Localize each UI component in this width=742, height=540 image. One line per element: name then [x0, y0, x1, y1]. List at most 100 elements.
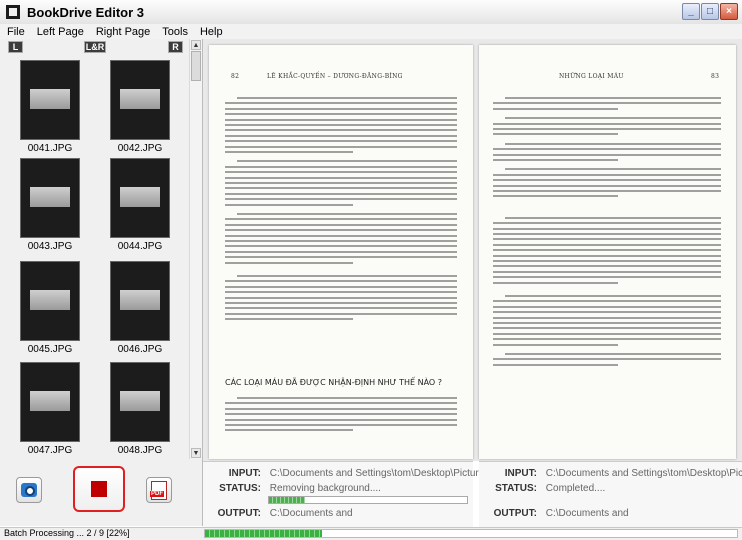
input-label: INPUT: [228, 468, 261, 479]
batch-progress-bar [204, 529, 738, 538]
thumbnail-label: 0045.JPG [27, 344, 73, 355]
text-line [493, 327, 721, 330]
stop-button[interactable] [73, 466, 125, 512]
thumbnail-item[interactable]: 0047.JPG [20, 362, 80, 456]
text-line [493, 363, 619, 366]
menu-help[interactable]: Help [194, 26, 229, 38]
thumbnail-scrollbar[interactable]: ▲ ▼ [189, 39, 202, 459]
action-buttons: PDF [0, 461, 203, 526]
thumbnail-label: 0044.JPG [117, 241, 163, 252]
text-line [225, 245, 457, 248]
text-line [493, 265, 721, 268]
thumbnail-list: 0041.JPG 0042.JPG 0043.JPG 0044.JPG 0045… [0, 55, 188, 459]
thumbnail-image [110, 60, 170, 140]
text-line [225, 223, 457, 226]
text-line [493, 260, 721, 262]
app-icon [6, 5, 20, 19]
text-line [225, 218, 457, 221]
text-line [225, 291, 457, 294]
thumbnail-label: 0041.JPG [27, 143, 73, 154]
text-line [225, 145, 457, 148]
scroll-thumb[interactable] [191, 51, 201, 81]
thumbnail-image [20, 158, 80, 238]
title-bar: BookDrive Editor 3 _ □ × [0, 0, 742, 25]
thumbnail-image [110, 158, 170, 238]
menu-right-page[interactable]: Right Page [90, 26, 156, 38]
text-line [493, 316, 721, 319]
output-path: C:\Documents and [269, 508, 353, 519]
text-line [493, 153, 721, 156]
text-line [225, 424, 457, 426]
thumbnail-item[interactable]: 0044.JPG [110, 158, 170, 252]
text-line [225, 176, 457, 179]
right-page-header: NHỮNG LOẠI MÁU [559, 73, 624, 80]
left-progress-bar [268, 496, 468, 504]
left-page-header: LÊ KHẮC-QUYẾN – DƯƠNG-ĐĂNG-BÌNG [267, 73, 403, 80]
minimize-button[interactable]: _ [682, 3, 700, 20]
left-page-number: 82 [231, 73, 240, 80]
text-line [225, 240, 457, 242]
text-line [225, 192, 457, 195]
text-line [493, 233, 721, 235]
left-page-image[interactable]: 82 LÊ KHẮC-QUYẾN – DƯƠNG-ĐĂNG-BÌNG CÁC L… [209, 45, 473, 459]
text-line [225, 113, 457, 116]
text-line [237, 160, 457, 163]
thumbnail-label: 0042.JPG [117, 143, 163, 154]
text-line [493, 148, 721, 151]
text-line [225, 307, 457, 310]
input-label: INPUT: [504, 468, 537, 479]
left-status-panel: INPUT: C:\Documents and Settings\tom\Des… [203, 461, 484, 527]
text-line [505, 97, 721, 99]
text-line [225, 285, 457, 288]
text-line [493, 305, 721, 308]
status-text: Removing background.... [269, 483, 381, 494]
text-line [225, 140, 457, 143]
scan-button[interactable] [16, 477, 42, 503]
thumbnail-item[interactable]: 0043.JPG [20, 158, 80, 252]
text-line [225, 318, 353, 321]
view-both-button[interactable]: L&R [84, 41, 106, 53]
text-line [225, 418, 457, 421]
text-line [225, 296, 457, 299]
view-tabs: L L&R R [0, 39, 202, 55]
text-line [225, 124, 457, 126]
text-line [225, 165, 457, 168]
text-line [225, 107, 457, 110]
thumbnail-label: 0047.JPG [27, 445, 73, 456]
text-line [237, 275, 457, 277]
maximize-button[interactable]: □ [701, 3, 719, 20]
menu-file[interactable]: File [0, 26, 31, 38]
text-line [493, 249, 721, 252]
output-label: OUTPUT: [217, 508, 261, 519]
thumbnail-item[interactable]: 0045.JPG [20, 261, 80, 355]
page-viewer: 82 LÊ KHẮC-QUYẾN – DƯƠNG-ĐĂNG-BÌNG CÁC L… [203, 39, 742, 461]
text-line [493, 107, 619, 110]
text-line [225, 187, 457, 190]
thumbnail-item[interactable]: 0046.JPG [110, 261, 170, 355]
export-pdf-button[interactable]: PDF [146, 477, 172, 503]
text-line [225, 407, 457, 410]
text-line [225, 402, 457, 405]
text-line [505, 295, 721, 297]
view-left-button[interactable]: L [8, 41, 23, 53]
text-line [493, 122, 721, 125]
batch-status-text: Batch Processing ... 2 / 9 [22%] [4, 528, 130, 538]
close-button[interactable]: × [720, 3, 738, 20]
text-line [505, 142, 721, 145]
right-page-image[interactable]: NHỮNG LOẠI MÁU 83 [479, 45, 736, 459]
text-line [493, 332, 721, 335]
text-line [237, 213, 457, 215]
text-line [493, 281, 619, 284]
thumbnail-item[interactable]: 0042.JPG [110, 60, 170, 154]
text-line [493, 184, 721, 187]
menu-tools[interactable]: Tools [156, 26, 194, 38]
scroll-down-icon[interactable]: ▼ [191, 448, 201, 458]
text-line [493, 102, 721, 105]
thumbnail-item[interactable]: 0048.JPG [110, 362, 170, 456]
view-right-button[interactable]: R [168, 41, 183, 53]
text-line [225, 198, 457, 201]
scroll-up-icon[interactable]: ▲ [191, 40, 201, 50]
text-line [493, 195, 619, 198]
thumbnail-item[interactable]: 0041.JPG [20, 60, 80, 154]
menu-left-page[interactable]: Left Page [31, 26, 90, 38]
